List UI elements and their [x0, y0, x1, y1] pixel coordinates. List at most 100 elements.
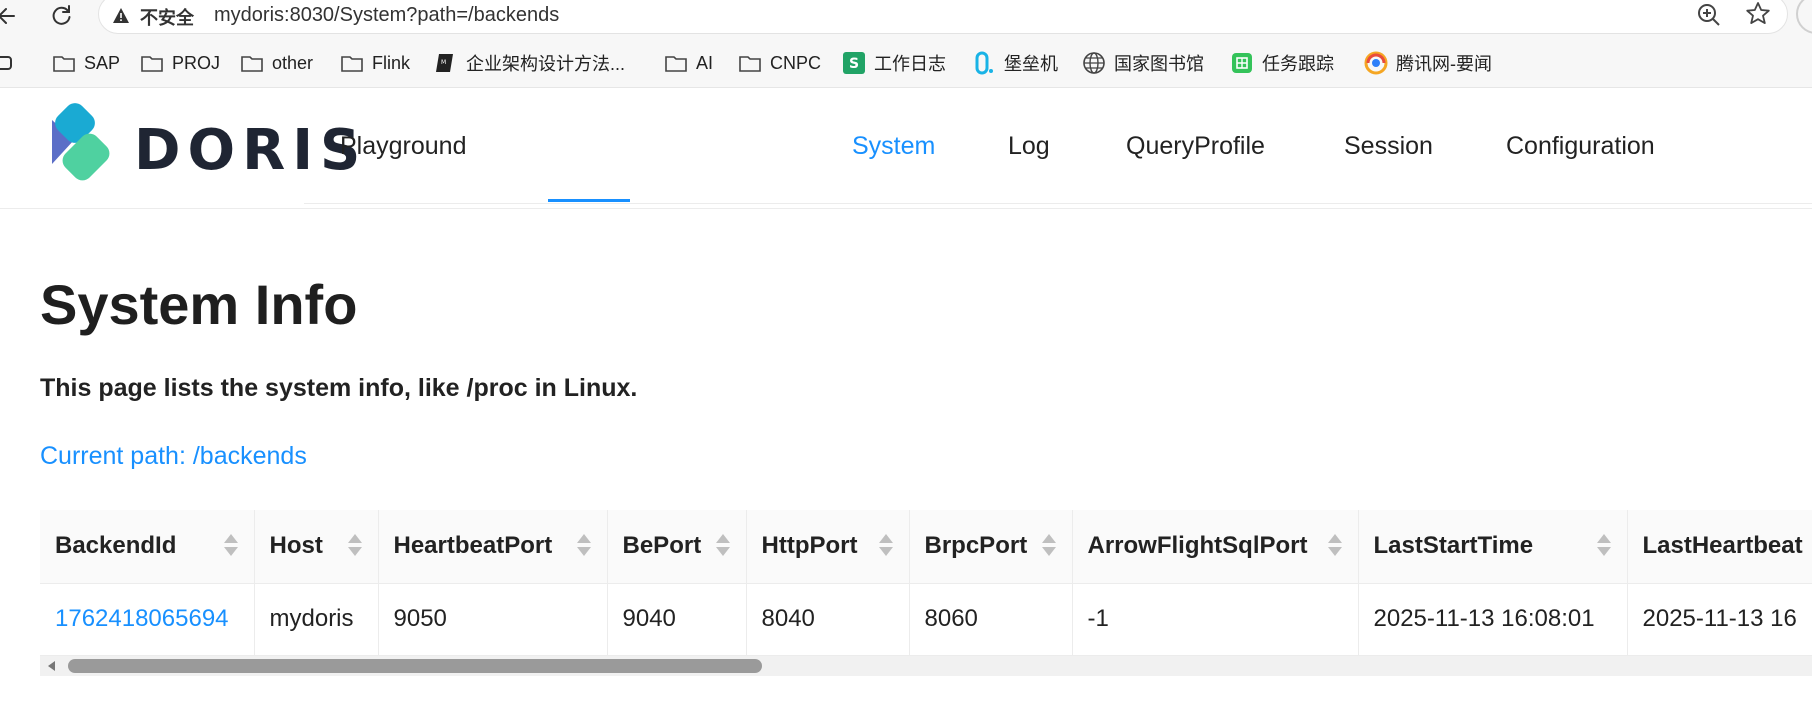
- app-header: DORIS Playground System Log QueryProfile…: [0, 88, 1812, 208]
- column-header-httpport[interactable]: HttpPort: [746, 510, 910, 584]
- sort-icon[interactable]: [1041, 534, 1056, 558]
- globe-icon: [1083, 52, 1105, 74]
- sheet-icon: S: [843, 52, 865, 74]
- cell-httpport: 8040: [746, 583, 910, 656]
- bookmark-cnpc[interactable]: CNPC: [738, 50, 821, 76]
- bookmark-task-tracking[interactable]: 任务跟踪: [1230, 50, 1334, 76]
- nav-system[interactable]: System: [852, 132, 935, 161]
- folder-icon: [739, 56, 761, 72]
- folder-icon: [341, 56, 363, 72]
- bookmark-label: 堡垒机: [1004, 54, 1058, 74]
- cell-arrowflightsqlport: -1: [1072, 583, 1359, 656]
- sort-icon[interactable]: [576, 534, 591, 558]
- table-row: 1762418065694 mydoris 9050 9040 8040 806…: [40, 583, 1812, 656]
- folder-icon: [141, 56, 163, 72]
- column-header-label: HeartbeatPort: [393, 532, 553, 560]
- column-header-host[interactable]: Host: [254, 510, 379, 584]
- column-header-lastheartbeat[interactable]: LastHeartbeat: [1627, 510, 1812, 584]
- bookmark-work-log[interactable]: S 工作日志: [842, 50, 946, 76]
- warning-icon[interactable]: [112, 7, 130, 25]
- bookmark-tencent-news[interactable]: 腾讯网-要闻: [1364, 50, 1492, 76]
- reload-icon[interactable]: [48, 3, 74, 29]
- current-path-link[interactable]: Current path: /backends: [40, 442, 307, 471]
- bookmark-label: CNPC: [770, 52, 822, 73]
- nav-playground[interactable]: Playground: [340, 132, 466, 161]
- bookmark-label: SAP: [84, 52, 121, 73]
- bookmark-label: 腾讯网-要闻: [1396, 54, 1492, 74]
- column-header-label: HttpPort: [761, 532, 858, 560]
- backends-table: BackendId Host HeartbeatPort BePort Http…: [40, 510, 1812, 676]
- bookmark-star-icon[interactable]: [1744, 0, 1772, 28]
- bookmark-bastion[interactable]: 堡垒机: [972, 50, 1058, 76]
- sort-icon[interactable]: [1327, 534, 1342, 558]
- security-status-label[interactable]: 不安全: [140, 4, 194, 30]
- page-title: System Info: [40, 273, 358, 336]
- grid-icon: [1232, 53, 1252, 73]
- sort-icon[interactable]: [878, 534, 893, 558]
- bookmark-label: 任务跟踪: [1262, 54, 1334, 74]
- nav-configuration[interactable]: Configuration: [1506, 132, 1655, 161]
- browser-address-bar: 不安全 mydoris:8030/System?path=/backends: [0, 0, 1812, 36]
- bookmark-label: 国家图书馆: [1114, 54, 1204, 74]
- bookmark-national-library[interactable]: 国家图书馆: [1082, 50, 1204, 76]
- nav-queryprofile[interactable]: QueryProfile: [1126, 132, 1265, 161]
- back-arrow-icon[interactable]: [0, 3, 20, 29]
- column-header-label: BePort: [622, 532, 702, 560]
- scroll-left-arrow-icon[interactable]: [48, 661, 55, 671]
- bookmark-enterprise-architecture[interactable]: M 企业架构设计方法...: [434, 50, 625, 76]
- column-header-label: BackendId: [55, 532, 177, 560]
- book-icon: M: [436, 54, 453, 72]
- bookmark-label: 工作日志: [874, 54, 946, 74]
- bookmark-proj[interactable]: PROJ: [140, 50, 220, 76]
- bookmark-ai[interactable]: AI: [664, 50, 713, 76]
- bookmark-label: 企业架构设计方法...: [466, 54, 626, 74]
- doris-logo-icon[interactable]: [44, 102, 114, 192]
- bookmark-label: other: [272, 52, 314, 73]
- nav-session[interactable]: Session: [1344, 132, 1433, 161]
- cell-laststarttime: 2025-11-13 16:08:01: [1358, 583, 1628, 656]
- top-navigation: Playground System Log QueryProfile Sessi…: [304, 88, 1812, 204]
- column-header-arrowflightsqlport[interactable]: ArrowFlightSqlPort: [1072, 510, 1359, 584]
- page-description: This page lists the system info, like /p…: [40, 374, 638, 402]
- sort-icon[interactable]: [1596, 534, 1611, 558]
- bookmark-manager-icon: [0, 56, 12, 70]
- cell-lastheartbeat: 2025-11-13 16: [1627, 583, 1812, 656]
- profile-button[interactable]: [1796, 0, 1812, 34]
- horizontal-scrollbar[interactable]: [40, 656, 1812, 676]
- cell-brpcport: 8060: [909, 583, 1073, 656]
- column-header-brpcport[interactable]: BrpcPort: [909, 510, 1073, 584]
- cell-host: mydoris: [254, 583, 379, 656]
- sort-icon[interactable]: [223, 534, 238, 558]
- bookmark-label: AI: [696, 52, 714, 73]
- url-text[interactable]: mydoris:8030/System?path=/backends: [214, 4, 559, 27]
- bookmarks-overflow[interactable]: [0, 50, 24, 76]
- scrollbar-thumb[interactable]: [68, 659, 762, 673]
- tencent-icon: [1364, 51, 1388, 75]
- column-header-label: LastHeartbeat: [1642, 532, 1803, 560]
- bookmark-sap[interactable]: SAP: [52, 50, 120, 76]
- svg-text:M: M: [441, 59, 446, 66]
- nav-log[interactable]: Log: [1008, 132, 1050, 161]
- cell-backendid[interactable]: 1762418065694: [40, 583, 255, 656]
- folder-icon: [665, 56, 687, 72]
- cell-heartbeatport: 9050: [378, 583, 608, 656]
- table-header-row: BackendId Host HeartbeatPort BePort Http…: [40, 510, 1812, 584]
- column-header-label: ArrowFlightSqlPort: [1087, 532, 1308, 560]
- active-tab-indicator: [548, 199, 630, 202]
- bookmark-flink[interactable]: Flink: [340, 50, 410, 76]
- header-divider: [0, 208, 1812, 209]
- cell-beport: 9040: [607, 583, 747, 656]
- zoom-in-icon[interactable]: [1696, 2, 1722, 28]
- column-header-backendid[interactable]: BackendId: [40, 510, 255, 584]
- bookmark-label: PROJ: [172, 52, 221, 73]
- column-header-laststarttime[interactable]: LastStartTime: [1358, 510, 1628, 584]
- column-header-label: Host: [269, 532, 323, 560]
- folder-icon: [53, 56, 75, 72]
- sort-icon[interactable]: [715, 534, 730, 558]
- column-header-label: LastStartTime: [1373, 532, 1534, 560]
- column-header-heartbeatport[interactable]: HeartbeatPort: [378, 510, 608, 584]
- sort-icon[interactable]: [347, 534, 362, 558]
- bookmark-other[interactable]: other: [240, 50, 313, 76]
- bookmarks-bar: SAP PROJ other Flink M 企业架构设计方法... AI CN…: [0, 36, 1812, 88]
- column-header-beport[interactable]: BePort: [607, 510, 747, 584]
